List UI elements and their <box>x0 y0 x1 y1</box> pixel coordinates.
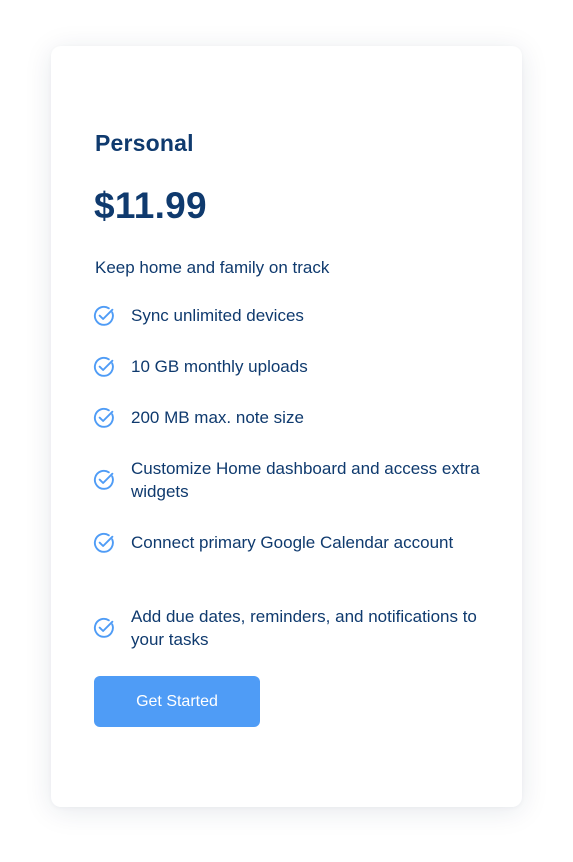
pricing-card: Personal $11.99 Keep home and family on … <box>51 46 522 807</box>
get-started-button[interactable]: Get Started <box>94 676 260 727</box>
check-circle-icon <box>93 407 114 428</box>
plan-price: $11.99 <box>94 185 207 226</box>
feature-item: Sync unlimited devices <box>93 304 493 327</box>
feature-item: Customize Home dashboard and access extr… <box>93 457 493 503</box>
feature-item: Add due dates, reminders, and notificati… <box>93 605 493 651</box>
feature-label: 10 GB monthly uploads <box>131 357 308 376</box>
feature-label: Customize Home dashboard and access extr… <box>131 459 480 501</box>
feature-item: Connect primary Google Calendar account <box>93 531 493 554</box>
check-circle-icon <box>93 469 114 490</box>
check-circle-icon <box>93 305 114 326</box>
check-circle-icon <box>93 532 114 553</box>
feature-label: 200 MB max. note size <box>131 408 304 427</box>
check-circle-icon <box>93 356 114 377</box>
feature-item: 10 GB monthly uploads <box>93 355 493 378</box>
plan-tagline: Keep home and family on track <box>95 258 330 277</box>
feature-label: Sync unlimited devices <box>131 306 304 325</box>
check-circle-icon <box>93 617 114 638</box>
feature-item: 200 MB max. note size <box>93 406 493 429</box>
feature-label: Add due dates, reminders, and notificati… <box>131 607 477 649</box>
feature-label: Connect primary Google Calendar account <box>131 533 454 552</box>
plan-name: Personal <box>95 130 194 156</box>
